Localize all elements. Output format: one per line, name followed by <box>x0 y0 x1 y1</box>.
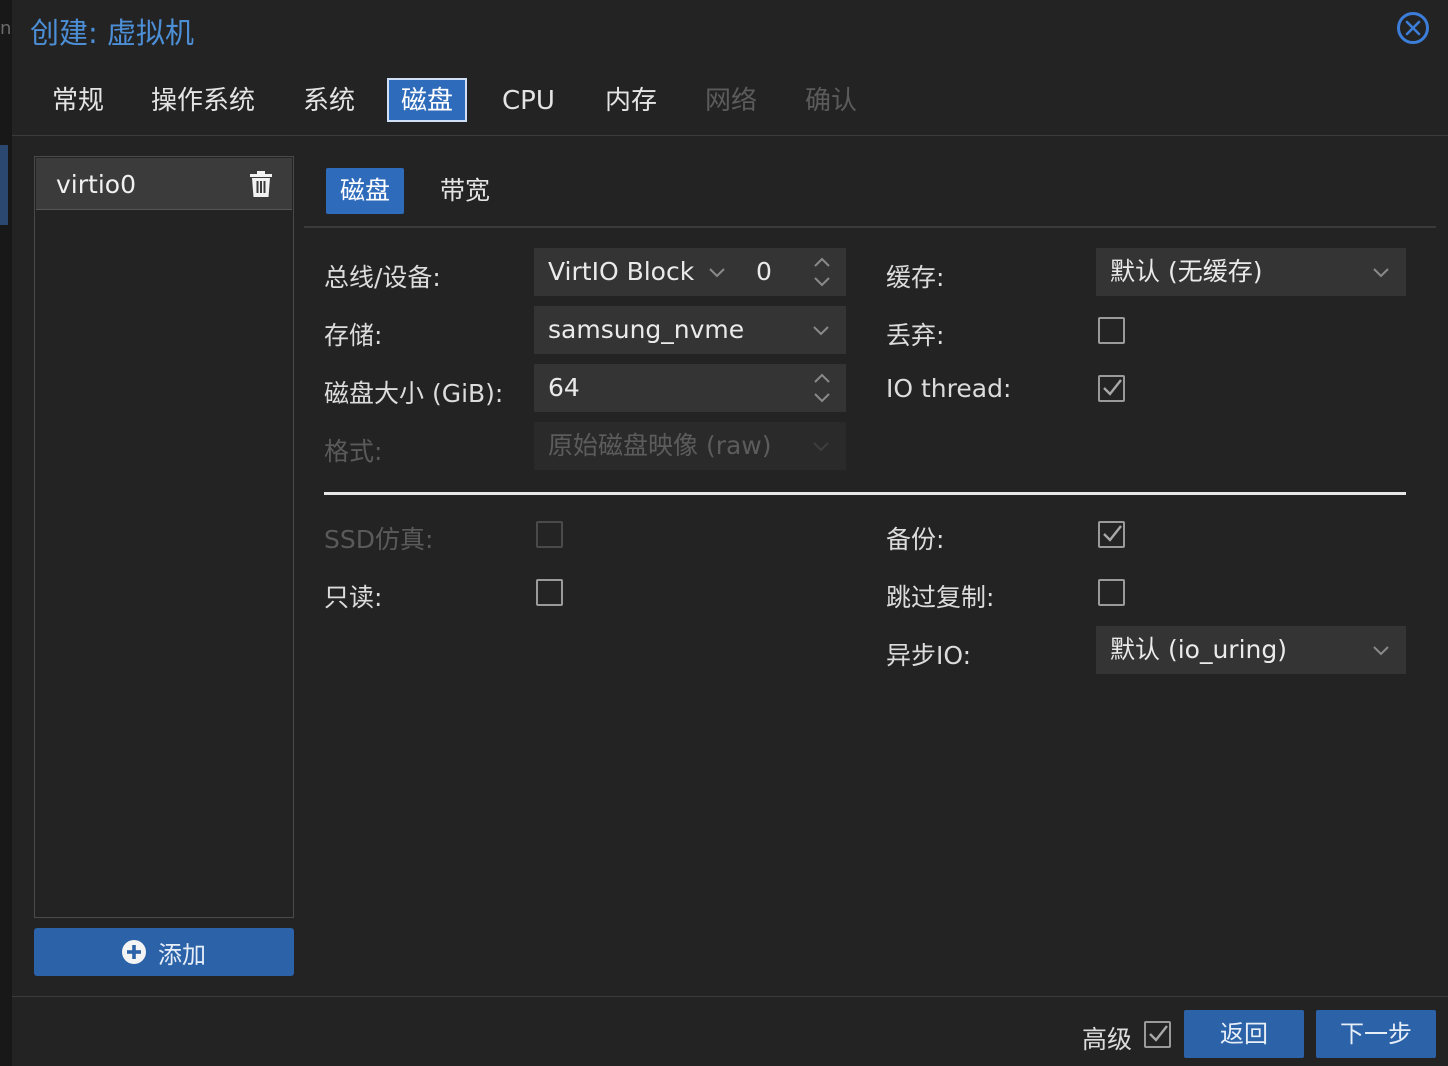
background-selection-strip <box>0 145 8 225</box>
readonly-checkbox[interactable] <box>536 579 563 606</box>
async-io-label: 异步IO: <box>886 641 972 670</box>
storage-label: 存储: <box>324 321 383 350</box>
tab-memory[interactable]: 内存 <box>591 78 671 122</box>
skip-replication-label: 跳过复制: <box>886 583 995 612</box>
format-select: 原始磁盘映像 (raw) <box>534 422 846 470</box>
advanced-separator <box>324 492 1406 495</box>
disk-size-label: 磁盘大小 (GiB): <box>324 379 504 408</box>
dialog-titlebar: 创建: 虚拟机 <box>12 0 1448 62</box>
checkmark-icon <box>1103 525 1122 542</box>
cache-value: 默认 (无缓存) <box>1110 257 1263 286</box>
async-io-value: 默认 (io_uring) <box>1110 635 1287 664</box>
async-io-chevron-down-icon <box>1373 646 1389 656</box>
backup-label: 备份: <box>886 525 945 554</box>
readonly-label: 只读: <box>324 583 383 612</box>
dialog-footer: 高级 返回 下一步 <box>12 996 1448 1066</box>
discard-label: 丢弃: <box>886 321 945 350</box>
add-disk-label: 添加 <box>158 940 206 969</box>
back-button[interactable]: 返回 <box>1184 1010 1304 1058</box>
storage-select[interactable]: samsung_nvme <box>534 306 846 354</box>
tab-cpu[interactable]: CPU <box>488 78 569 122</box>
wizard-tabs: 常规 操作系统 系统 磁盘 CPU 内存 网络 确认 <box>12 62 1448 136</box>
disk-list: virtio0 <box>34 156 294 918</box>
checkmark-icon <box>1149 1025 1168 1042</box>
cache-label: 缓存: <box>886 263 945 292</box>
skip-replication-checkbox[interactable] <box>1098 579 1125 606</box>
bus-chevron-down-icon[interactable] <box>708 263 726 281</box>
ssd-emulation-label: SSD仿真: <box>324 525 434 554</box>
delete-disk-button[interactable] <box>250 171 272 201</box>
add-disk-button[interactable]: 添加 <box>34 928 294 976</box>
close-button[interactable] <box>1397 12 1429 44</box>
disk-size-spinner-icon[interactable] <box>812 370 832 406</box>
disk-size-input[interactable]: 64 <box>534 364 846 412</box>
storage-chevron-down-icon <box>813 326 829 336</box>
next-button[interactable]: 下一步 <box>1316 1010 1436 1058</box>
device-number-input[interactable]: 0 <box>756 248 772 296</box>
background-app-edge: ne <box>0 0 22 1066</box>
disk-list-item-label: virtio0 <box>56 170 136 199</box>
subtab-bandwidth[interactable]: 带宽 <box>426 168 504 214</box>
bus-select[interactable]: VirtIO Block <box>548 257 694 286</box>
subtab-disk[interactable]: 磁盘 <box>326 168 405 214</box>
cache-select[interactable]: 默认 (无缓存) <box>1096 248 1406 296</box>
io-thread-checkbox[interactable] <box>1098 375 1125 402</box>
create-vm-dialog: 创建: 虚拟机 常规 操作系统 系统 磁盘 CPU 内存 网络 确认 virti… <box>12 0 1448 1066</box>
format-chevron-down-icon <box>813 442 829 452</box>
io-thread-label: IO thread: <box>886 374 1012 403</box>
bus-device-field: VirtIO Block 0 <box>534 248 846 296</box>
plus-circle-icon <box>122 940 146 964</box>
ssd-emulation-checkbox <box>536 521 563 548</box>
advanced-checkbox[interactable] <box>1144 1021 1171 1048</box>
disk-list-item[interactable]: virtio0 <box>36 158 292 210</box>
tab-general[interactable]: 常规 <box>38 78 118 122</box>
format-label: 格式: <box>324 437 383 466</box>
checkmark-icon <box>1103 379 1122 396</box>
storage-value: samsung_nvme <box>548 315 745 344</box>
tab-network: 网络 <box>705 86 758 116</box>
tab-confirm: 确认 <box>805 86 858 116</box>
discard-checkbox[interactable] <box>1098 317 1125 344</box>
backup-checkbox[interactable] <box>1098 521 1125 548</box>
format-value: 原始磁盘映像 (raw) <box>548 431 772 460</box>
disk-size-value: 64 <box>548 373 580 402</box>
trash-icon <box>250 171 272 197</box>
async-io-select[interactable]: 默认 (io_uring) <box>1096 626 1406 674</box>
close-icon <box>1405 20 1421 36</box>
tab-system[interactable]: 系统 <box>289 78 369 122</box>
advanced-label: 高级 <box>1082 1025 1133 1054</box>
tab-disks[interactable]: 磁盘 <box>387 78 468 122</box>
cache-chevron-down-icon <box>1373 268 1389 278</box>
device-spinner-icon[interactable] <box>812 254 832 290</box>
tab-os[interactable]: 操作系统 <box>137 78 269 122</box>
bus-device-label: 总线/设备: <box>324 263 441 292</box>
disk-subtabs: 磁盘 带宽 <box>304 156 1436 228</box>
dialog-title: 创建: 虚拟机 <box>30 16 194 50</box>
